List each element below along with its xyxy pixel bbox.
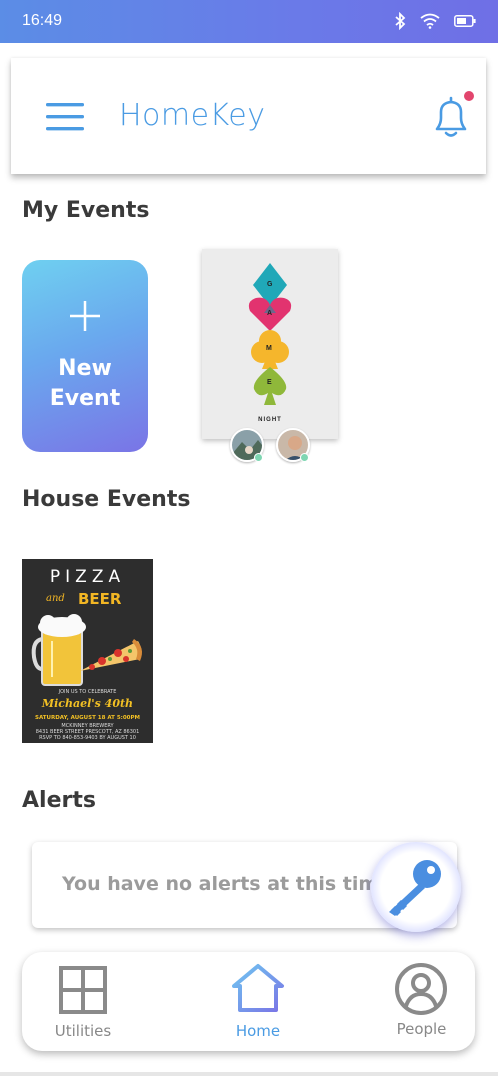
- person-icon: [395, 963, 447, 1015]
- nav-home[interactable]: Home: [208, 952, 308, 1051]
- game-night-poster: [248, 263, 292, 405]
- battery-icon: [454, 15, 476, 27]
- screen-bottom-edge: [0, 1072, 498, 1076]
- pizza-flyer-and: and: [46, 593, 65, 604]
- status-bar: 16:49: [0, 0, 498, 43]
- status-time: 16:49: [22, 12, 63, 29]
- home-icon: [232, 964, 284, 1012]
- my-events-heading: My Events: [22, 198, 150, 223]
- no-alerts-message: You have no alerts at this time: [62, 873, 392, 895]
- key-fab-button[interactable]: [371, 842, 461, 932]
- app-header: HomeKey: [11, 58, 486, 174]
- notification-badge: [464, 91, 474, 101]
- game-night-event-card[interactable]: G A M E NIGHT: [202, 249, 338, 439]
- house-events-heading: House Events: [22, 487, 191, 512]
- nav-people[interactable]: People: [374, 952, 469, 1051]
- game-letter-m: M: [266, 345, 272, 352]
- new-event-label-line2: Event: [49, 386, 121, 411]
- app-title: HomeKey: [119, 98, 266, 133]
- pizza-flyer-join: JOIN US TO CELEBRATE: [58, 689, 117, 695]
- nav-utilities[interactable]: Utilities: [32, 952, 134, 1051]
- new-event-label-line1: New: [58, 356, 112, 381]
- nav-home-label: Home: [235, 1022, 281, 1040]
- notifications-button[interactable]: [429, 96, 473, 140]
- plus-icon: [70, 301, 100, 331]
- new-event-label: New Event: [22, 354, 148, 414]
- pizza-flyer-title: PIZZA: [49, 567, 126, 587]
- pizza-flyer-beer: BEER: [78, 590, 122, 608]
- nav-people-label: People: [396, 1020, 447, 1038]
- nav-utilities-label: Utilities: [54, 1022, 112, 1040]
- alerts-heading: Alerts: [22, 788, 96, 813]
- status-icons: [394, 12, 476, 30]
- bottom-navigation: Utilities Home People: [22, 952, 475, 1051]
- wifi-icon: [420, 13, 440, 29]
- game-night-subtitle: NIGHT: [258, 417, 282, 423]
- bluetooth-icon: [395, 12, 406, 30]
- beer-and-pizza-illustration: [31, 614, 142, 686]
- game-letter-e: E: [267, 379, 272, 386]
- new-event-button[interactable]: New Event: [22, 260, 148, 452]
- game-letter-g: G: [267, 281, 273, 288]
- pizza-flyer-name: Michael's 40th: [41, 697, 134, 710]
- grid-icon: [59, 966, 107, 1014]
- menu-button[interactable]: [46, 102, 86, 132]
- online-indicator: [254, 453, 263, 462]
- bell-icon: [435, 96, 467, 137]
- pizza-flyer-date: SATURDAY, AUGUST 18 AT 5:00PM: [34, 715, 141, 721]
- key-icon: [389, 860, 441, 916]
- online-indicator: [300, 453, 309, 462]
- pizza-beer-event-card[interactable]: PIZZA and BEER JOIN US TO CELEBRATE Mich…: [22, 559, 153, 743]
- pizza-flyer-rsvp: RSVP TO 840-853-9403 BY AUGUST 10: [39, 735, 136, 741]
- game-letter-a: A: [267, 310, 273, 317]
- hamburger-menu-icon: [46, 103, 84, 131]
